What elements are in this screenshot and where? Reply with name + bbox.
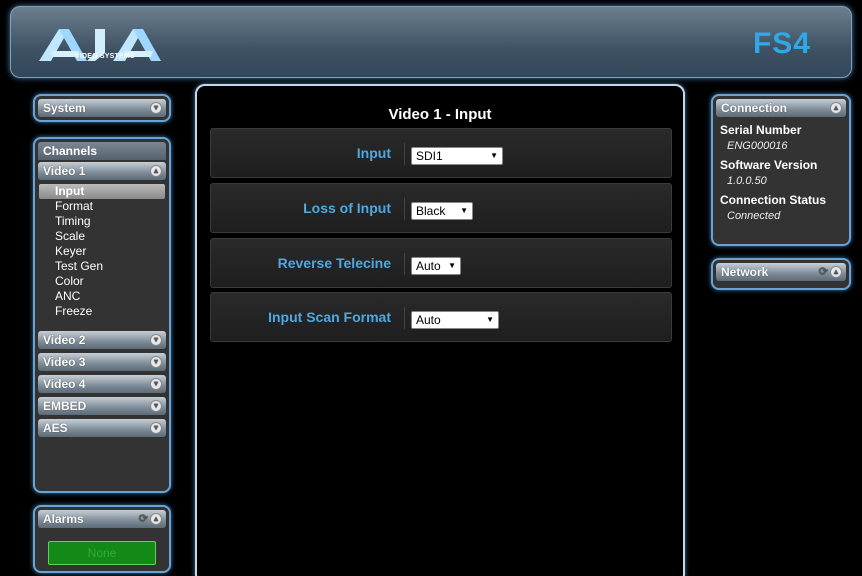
select-value: Auto xyxy=(416,313,441,327)
main-content: Video 1 - Input Input SDI1 ▼ Loss of Inp… xyxy=(195,84,685,576)
alarms-panel: Alarms ⟳ ▴ None xyxy=(33,505,171,573)
menu-item-anc[interactable]: ANC xyxy=(39,289,165,304)
setting-row-input-scan-format: Input Scan Format Auto ▼ xyxy=(210,292,672,342)
video3-bar[interactable]: Video 3 ▾ xyxy=(38,353,166,371)
setting-row-loss-of-input: Loss of Input Black ▼ xyxy=(210,183,672,233)
serial-number-label: Serial Number xyxy=(720,123,802,137)
header-bar: VIDEO SYSTEMS FS4 xyxy=(10,6,852,78)
collapse-icon[interactable]: ▴ xyxy=(150,165,162,177)
setting-row-reverse-telecine: Reverse Telecine Auto ▼ xyxy=(210,238,672,288)
model-name: FS4 xyxy=(752,27,811,60)
software-version-label: Software Version xyxy=(720,158,818,172)
setting-label: Input xyxy=(356,145,391,161)
menu-item-test-gen[interactable]: Test Gen xyxy=(39,259,165,274)
input-select[interactable]: SDI1 ▼ xyxy=(411,147,503,165)
system-label: System xyxy=(43,101,86,115)
menu-item-input[interactable]: Input xyxy=(39,184,165,199)
collapse-icon[interactable]: ▴ xyxy=(830,102,842,114)
dropdown-arrow-icon: ▼ xyxy=(460,206,468,215)
select-value: Black xyxy=(416,204,446,218)
input-scan-format-select[interactable]: Auto ▼ xyxy=(411,311,499,329)
channels-header: Channels xyxy=(38,142,166,160)
network-bar[interactable]: Network ⟳ ▴ xyxy=(716,263,846,281)
setting-label: Reverse Telecine xyxy=(277,255,391,271)
connection-status-label: Connection Status xyxy=(720,193,827,207)
serial-number-value: ENG000016 xyxy=(727,140,788,152)
dropdown-arrow-icon: ▼ xyxy=(448,261,456,270)
video3-label: Video 3 xyxy=(43,355,86,369)
expand-icon[interactable]: ▾ xyxy=(150,102,162,114)
dropdown-arrow-icon: ▼ xyxy=(490,151,498,160)
menu-item-scale[interactable]: Scale xyxy=(39,229,165,244)
setting-label: Loss of Input xyxy=(303,200,391,216)
expand-icon[interactable]: ▴ xyxy=(830,266,842,278)
aja-logo xyxy=(39,29,161,61)
alarm-status: None xyxy=(48,541,156,565)
video1-bar[interactable]: Video 1 ▴ xyxy=(38,162,166,180)
system-bar[interactable]: System ▾ xyxy=(38,99,166,117)
menu-item-color[interactable]: Color xyxy=(39,274,165,289)
expand-icon[interactable]: ▾ xyxy=(150,422,162,434)
network-panel: Network ⟳ ▴ xyxy=(711,258,851,290)
embed-bar[interactable]: EMBED ▾ xyxy=(38,397,166,415)
menu-item-format[interactable]: Format xyxy=(39,199,165,214)
setting-row-input: Input SDI1 ▼ xyxy=(210,128,672,178)
expand-icon[interactable]: ▾ xyxy=(150,334,162,346)
video4-bar[interactable]: Video 4 ▾ xyxy=(38,375,166,393)
divider xyxy=(404,143,405,165)
network-label: Network xyxy=(721,265,769,279)
video2-label: Video 2 xyxy=(43,333,86,347)
video4-label: Video 4 xyxy=(43,377,86,391)
setting-label: Input Scan Format xyxy=(268,309,391,325)
divider xyxy=(404,253,405,275)
video2-bar[interactable]: Video 2 ▾ xyxy=(38,331,166,349)
refresh-icon[interactable]: ⟳ xyxy=(139,513,148,525)
connection-status-value: Connected xyxy=(727,210,781,222)
divider xyxy=(404,307,405,329)
expand-icon[interactable]: ▾ xyxy=(150,400,162,412)
connection-label: Connection xyxy=(721,101,787,115)
select-value: SDI1 xyxy=(416,149,443,163)
software-version-value: 1.0.0.50 xyxy=(727,175,767,187)
refresh-icon[interactable]: ⟳ xyxy=(819,266,828,278)
system-panel: System ▾ xyxy=(33,94,171,122)
divider xyxy=(404,198,405,220)
loss-of-input-select[interactable]: Black ▼ xyxy=(411,202,473,220)
channels-panel: Channels Video 1 ▴ Input Format Timing S… xyxy=(33,137,171,493)
menu-item-keyer[interactable]: Keyer xyxy=(39,244,165,259)
page-title: Video 1 - Input xyxy=(388,106,492,123)
connection-panel: Connection ▴ Serial Number ENG000016 Sof… xyxy=(711,94,851,246)
select-value: Auto xyxy=(416,259,441,273)
aes-bar[interactable]: AES ▾ xyxy=(38,419,166,437)
menu-item-timing[interactable]: Timing xyxy=(39,214,165,229)
video1-menu: Input Format Timing Scale Keyer Test Gen… xyxy=(35,180,169,325)
dropdown-arrow-icon: ▼ xyxy=(486,315,494,324)
expand-icon[interactable]: ▾ xyxy=(150,356,162,368)
alarms-label: Alarms xyxy=(43,512,84,526)
aes-label: AES xyxy=(43,421,68,435)
collapse-icon[interactable]: ▴ xyxy=(150,513,162,525)
alarms-bar[interactable]: Alarms ⟳ ▴ xyxy=(38,510,166,528)
connection-bar[interactable]: Connection ▴ xyxy=(716,99,846,117)
reverse-telecine-select[interactable]: Auto ▼ xyxy=(411,257,461,275)
expand-icon[interactable]: ▾ xyxy=(150,378,162,390)
menu-item-freeze[interactable]: Freeze xyxy=(39,304,165,319)
embed-label: EMBED xyxy=(43,399,87,413)
brand-subtitle: VIDEO SYSTEMS xyxy=(75,53,135,60)
video1-label: Video 1 xyxy=(43,164,86,178)
